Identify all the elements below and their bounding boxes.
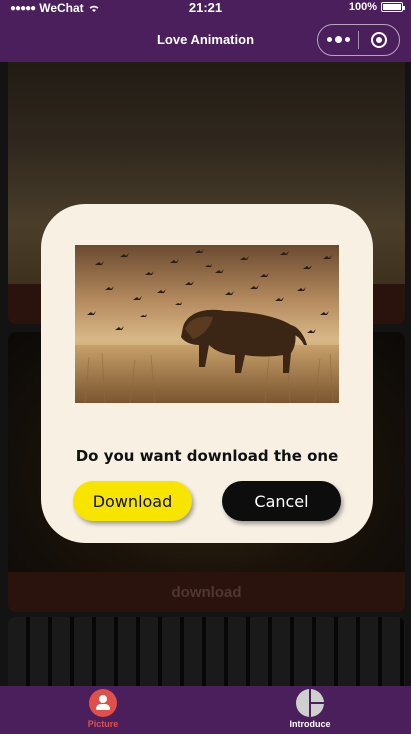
more-options-icon[interactable] [318, 36, 358, 43]
pie-chart-icon [296, 689, 324, 717]
download-button[interactable]: Download [73, 481, 192, 521]
mini-program-capsule [317, 24, 400, 56]
download-dialog: Do you want download the one Download Ca… [41, 204, 373, 543]
dialog-preview-image [75, 245, 339, 403]
person-icon [89, 689, 117, 717]
status-bar: ●●●●● WeChat 21:21 100% [0, 0, 411, 16]
bison-birds-illustration [75, 245, 339, 403]
cancel-button[interactable]: Cancel [222, 481, 341, 521]
close-mini-program-icon[interactable] [359, 32, 399, 48]
tab-label: Picture [87, 719, 119, 729]
dialog-question: Do you want download the one [75, 447, 339, 465]
tab-introduce[interactable]: Introduce [270, 689, 350, 729]
tab-picture[interactable]: Picture [63, 689, 143, 729]
tab-bar: Picture Introduce [0, 686, 411, 734]
battery-icon [381, 2, 405, 12]
battery-percent: 100% [348, 1, 377, 13]
tab-label: Introduce [289, 719, 331, 729]
top-bar: ●●●●● WeChat 21:21 100% Love Animation [0, 0, 411, 62]
battery-group: 100% [348, 1, 405, 13]
